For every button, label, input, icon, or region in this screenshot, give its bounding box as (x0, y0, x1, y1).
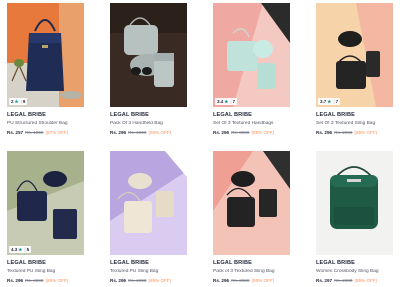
rating-value: 3.7 (320, 99, 327, 104)
star-icon: ★ (327, 99, 332, 104)
product-price: Rs. 296 Rs. 2000 (85% OFF) (7, 278, 84, 283)
rating-badge: 3.4★ |7 (215, 98, 238, 105)
star-icon: ★ (18, 247, 23, 252)
product-brand: LEGAL BRIBE (316, 260, 355, 266)
mrp-price: Rs. 2000 (334, 278, 353, 283)
product-brand: LEGAL BRIBE (316, 112, 355, 118)
product-price: Rs. 257 Rs. 1999 (87% OFF) (7, 130, 84, 135)
rating-badge: 3.7★ |7 (318, 98, 341, 105)
rating-count: 9 (22, 99, 26, 104)
rating-count: 7 (232, 99, 236, 104)
discount-label: (85% OFF) (148, 130, 172, 135)
product-name: Set Of 3 Textured Sling Bag (316, 121, 376, 126)
product-price: Rs. 296 Rs. 2000 (85% OFF) (213, 278, 290, 283)
mrp-price: Rs. 2000 (128, 278, 147, 283)
product-brand: LEGAL BRIBE (110, 112, 149, 118)
star-icon: ★ (224, 99, 229, 104)
mrp-price: Rs. 2000 (231, 130, 250, 135)
product-image[interactable]: 2★ |9 (7, 3, 84, 107)
product-price: Rs. 296 Rs. 2000 (85% OFF) (213, 130, 290, 135)
product-image[interactable] (316, 151, 393, 255)
product-image[interactable] (110, 151, 187, 255)
selling-price: Rs. 257 (7, 130, 24, 135)
product-price: Rs. 297 Rs. 2000 (85% OFF) (316, 278, 393, 283)
discount-label: (85% OFF) (354, 130, 378, 135)
rating-value: 2 (11, 99, 14, 104)
product-name: Women Crossbody Sling Bag (316, 269, 379, 274)
product-card[interactable]: 2★ |9 LEGAL BRIBE PU Structured Shoulder … (7, 3, 84, 135)
selling-price: Rs. 296 (7, 278, 24, 283)
selling-price: Rs. 296 (213, 130, 230, 135)
rating-value: 4.3 (11, 247, 18, 252)
product-name: Pack Of 3 Handheld Bag (110, 121, 163, 126)
product-image[interactable]: 4.3★ |5 (7, 151, 84, 255)
product-price: Rs. 296 Rs. 2000 (85% OFF) (110, 278, 187, 283)
product-card[interactable]: 3.4★ |7 LEGAL BRIBE Set Of 3 Textured Han… (213, 3, 290, 135)
discount-label: (85% OFF) (354, 278, 378, 283)
mrp-price: Rs. 2000 (128, 130, 147, 135)
selling-price: Rs. 296 (213, 278, 230, 283)
product-name: Pack of 3 Textured Sling Bag (213, 269, 275, 274)
discount-label: (85% OFF) (148, 278, 172, 283)
product-price: Rs. 296 Rs. 2000 (85% OFF) (110, 130, 187, 135)
mrp-price: Rs. 2000 (231, 278, 250, 283)
rating-badge: 2★ |9 (9, 98, 28, 105)
discount-label: (85% OFF) (251, 278, 275, 283)
product-card[interactable]: 3.7★ |7 LEGAL BRIBE Set Of 3 Textured Sli… (316, 3, 393, 135)
product-card[interactable]: LEGAL BRIBE Women Crossbody Sling Bag Rs… (316, 151, 393, 283)
rating-value: 3.4 (217, 99, 224, 104)
mrp-price: Rs. 2000 (25, 278, 44, 283)
product-brand: LEGAL BRIBE (7, 112, 46, 118)
product-name: PU Structured Shoulder Bag (7, 121, 68, 126)
selling-price: Rs. 297 (316, 278, 333, 283)
discount-label: (87% OFF) (45, 130, 69, 135)
rating-badge: 4.3★ |5 (9, 246, 32, 253)
rating-count: 7 (335, 99, 339, 104)
discount-label: (85% OFF) (251, 130, 275, 135)
product-grid: 2★ |9 LEGAL BRIBE PU Structured Shoulder … (0, 0, 400, 287)
product-image[interactable] (213, 151, 290, 255)
product-card[interactable]: LEGAL BRIBE Pack of 3 Textured Sling Bag… (213, 151, 290, 283)
product-image[interactable]: 3.7★ |7 (316, 3, 393, 107)
rating-count: 5 (26, 247, 30, 252)
discount-label: (85% OFF) (45, 278, 69, 283)
product-card[interactable]: LEGAL BRIBE Textured PU Sling Bag Rs. 29… (110, 151, 187, 283)
product-brand: LEGAL BRIBE (213, 260, 252, 266)
product-price: Rs. 296 Rs. 2000 (85% OFF) (316, 130, 393, 135)
product-card[interactable]: LEGAL BRIBE Pack Of 3 Handheld Bag Rs. 2… (110, 3, 187, 135)
selling-price: Rs. 296 (316, 130, 333, 135)
star-icon: ★ (14, 99, 19, 104)
mrp-price: Rs. 2000 (334, 130, 353, 135)
product-image[interactable] (110, 3, 187, 107)
selling-price: Rs. 296 (110, 130, 127, 135)
selling-price: Rs. 296 (110, 278, 127, 283)
product-brand: LEGAL BRIBE (110, 260, 149, 266)
product-brand: LEGAL BRIBE (7, 260, 46, 266)
product-name: Textured PU Sling Bag (110, 269, 159, 274)
product-name: Set Of 3 Textured Handbags (213, 121, 274, 126)
product-brand: LEGAL BRIBE (213, 112, 252, 118)
mrp-price: Rs. 1999 (25, 130, 44, 135)
product-card[interactable]: 4.3★ |5 LEGAL BRIBE Textured PU Sling Bag… (7, 151, 84, 283)
product-name: Textured PU Sling Bag (7, 269, 56, 274)
product-image[interactable]: 3.4★ |7 (213, 3, 290, 107)
